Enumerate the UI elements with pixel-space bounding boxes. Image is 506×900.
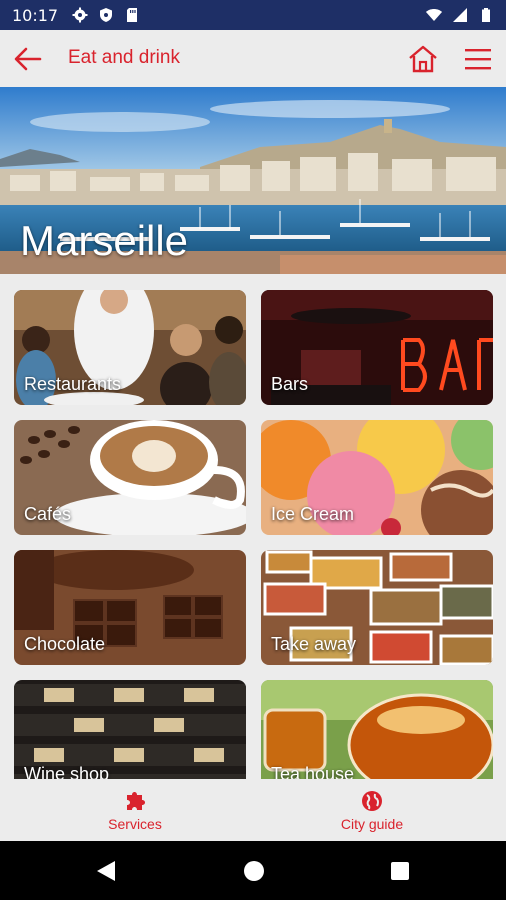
bottom-navigation: Services City guide [0,779,506,841]
system-back-icon[interactable] [95,860,117,882]
category-label: Chocolate [24,634,106,654]
category-tile-chocolate[interactable]: Chocolate [14,550,246,665]
wifi-icon [426,9,442,21]
category-label: Bars [271,374,309,394]
nav-city-guide[interactable]: City guide [302,789,442,834]
hamburger-menu-icon[interactable] [463,45,493,73]
app-bar: Eat and drink [0,30,506,87]
back-arrow-icon[interactable] [12,44,44,74]
globe-icon [362,791,382,811]
category-tile-tea-house[interactable]: Tea house [261,680,493,779]
city-name: Marseille [20,217,189,264]
category-tile-cafes[interactable]: Cafés [14,420,246,535]
nav-services-label: Services [108,816,162,832]
category-label: Ice Cream [271,504,355,524]
system-navigation-bar [0,841,506,900]
category-grid: Restaurants Bars Cafés Ice Cream Chocola… [0,274,506,779]
category-label: Tea house [271,764,355,779]
status-bar: 10:17 [0,0,506,30]
system-home-icon[interactable] [243,860,265,882]
sd-card-icon [127,8,138,22]
category-tile-bars[interactable]: Bars [261,290,493,405]
category-label: Wine shop [24,764,110,779]
city-hero-image: Marseille [0,87,506,274]
settings-icon [72,7,88,23]
status-time: 10:17 [12,5,59,25]
nav-services[interactable]: Services [65,789,205,834]
nav-city-guide-label: City guide [340,816,404,832]
system-recents-icon[interactable] [390,861,410,881]
puzzle-piece-icon [127,792,145,810]
home-icon[interactable] [407,43,439,75]
category-tile-restaurants[interactable]: Restaurants [14,290,246,405]
page-title: Eat and drink [68,47,180,68]
category-label: Cafés [24,504,72,524]
category-tile-take-away[interactable]: Take away [261,550,493,665]
category-tile-wine-shop[interactable]: Wine shop [14,680,246,779]
category-label: Restaurants [24,374,122,394]
category-tile-ice-cream[interactable]: Ice Cream [261,420,493,535]
shield-icon [100,8,113,22]
category-label: Take away [271,634,357,654]
signal-icon [453,8,467,22]
battery-icon [482,8,490,22]
